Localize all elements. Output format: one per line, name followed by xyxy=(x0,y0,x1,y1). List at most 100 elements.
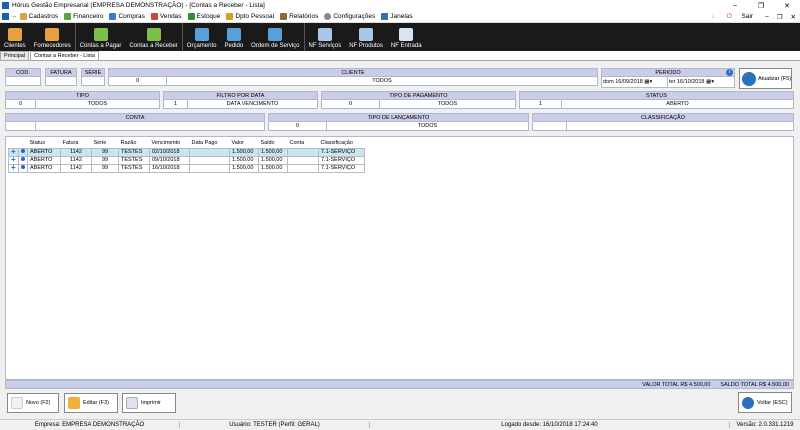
cell-vencimento: 02/10/2018 xyxy=(149,147,190,157)
editar-button[interactable]: Editar (F3) xyxy=(64,393,118,413)
filter-tipo[interactable]: TIPO 0 TODOS xyxy=(5,91,160,109)
cadastros-icon xyxy=(19,13,27,20)
filter-serie-value[interactable] xyxy=(82,77,104,85)
toolbar-orcamento[interactable]: Orçamento xyxy=(183,23,221,51)
tab-contas-receber-lista[interactable]: Contas a Receber - Lista xyxy=(30,51,99,60)
plus-icon: + xyxy=(11,162,16,172)
col-razao[interactable]: Razão xyxy=(119,139,150,148)
download-icon[interactable]: ↓ xyxy=(711,13,714,20)
col-fatura[interactable]: Fatura xyxy=(61,139,92,148)
pedido-icon xyxy=(226,28,241,41)
col-data-pago[interactable]: Data Pago xyxy=(190,139,230,148)
compras-icon xyxy=(109,13,117,20)
menu-dpto-pessoal[interactable]: Dpto Pessoal xyxy=(226,13,274,20)
sair-button[interactable]: ⏻ Sair xyxy=(723,13,758,21)
filter-tipo-pagamento[interactable]: TIPO DE PAGAMENTO 0 TODOS xyxy=(321,91,516,109)
filter-classificacao[interactable]: CLASSIFICAÇÃO xyxy=(532,113,794,131)
cell-razao: TESTES xyxy=(118,155,150,165)
toolbar-nf-servicos[interactable]: NF Serviços xyxy=(305,23,346,51)
col-classificacao[interactable]: Classificação xyxy=(319,139,365,148)
toolbar-pedido[interactable]: Pedido xyxy=(220,23,247,51)
col-status[interactable]: Status xyxy=(28,139,61,148)
cell-conta xyxy=(287,147,319,157)
main-toolbar: Clientes Fornecedores Contas a Pagar Con… xyxy=(0,23,800,51)
close-button[interactable]: ✕ xyxy=(774,2,800,10)
filter-cod-value[interactable] xyxy=(6,77,40,85)
toolbar-ordem-servico[interactable]: Ordem de Serviço xyxy=(247,23,305,51)
filter-conta[interactable]: CONTA xyxy=(5,113,265,131)
col-valor[interactable]: Valor xyxy=(230,139,259,148)
toolbar-contas-receber[interactable]: Contas a Receber xyxy=(125,23,183,51)
nf-produtos-icon xyxy=(359,28,374,41)
cell-vencimento: 09/10/2018 xyxy=(149,155,190,165)
col-vencimento[interactable]: Vencimento xyxy=(150,139,190,148)
row-indicator xyxy=(18,163,28,173)
col-conta[interactable]: Conta xyxy=(288,139,319,148)
filter-cliente-label: CLIENTE xyxy=(109,69,597,77)
window-title: Hórus Gestão Empresarial (EMPRESA DEMONS… xyxy=(12,2,265,9)
filter-por-data[interactable]: FILTRO POR DATA 1 DATA VENCIMENTO xyxy=(163,91,318,109)
cell-saldo: 1.500,00 xyxy=(258,155,288,165)
table-row[interactable]: + ABERTO 1142 99 TESTES 09/10/2018 1.500… xyxy=(8,155,365,165)
menu-relatorios[interactable]: Relatórios xyxy=(280,13,318,20)
col-saldo[interactable]: Saldo xyxy=(259,139,288,148)
atualizar-button[interactable]: Atualizar (F5) xyxy=(739,68,792,89)
child-restore-button[interactable]: ❐ xyxy=(777,13,783,21)
child-close-button[interactable]: ✕ xyxy=(791,13,796,21)
menu-bar: ↔ Cadastros Financeiro Compras Vendas Es… xyxy=(0,11,800,23)
status-versao: Versão: 2.0.331.1219 xyxy=(736,422,794,428)
voltar-button[interactable]: Voltar (ESC) xyxy=(738,392,792,413)
filter-cliente-code[interactable]: 0 xyxy=(109,77,167,85)
menu-janelas[interactable]: Janelas xyxy=(381,13,413,20)
info-icon[interactable]: i xyxy=(726,69,733,76)
title-bar: Hórus Gestão Empresarial (EMPRESA DEMONS… xyxy=(0,0,800,11)
filter-serie[interactable]: SÉRIE xyxy=(81,68,105,86)
cell-vencimento: 16/10/2018 xyxy=(149,163,190,173)
child-minimize-button[interactable]: – xyxy=(765,13,769,20)
table-row[interactable]: + ABERTO 1142 99 TESTES 02/10/2018 1.500… xyxy=(8,147,365,157)
cell-classificacao: 7.1-SERVIÇO xyxy=(318,155,365,165)
expand-button[interactable]: + xyxy=(8,162,19,173)
toolbar-nf-entrada[interactable]: NF Entrada xyxy=(387,23,426,51)
minimize-button[interactable]: – xyxy=(722,2,748,9)
filter-fatura-value[interactable] xyxy=(46,77,76,85)
date-to-picker[interactable]: ter 16/10/2018 ▦▾ xyxy=(668,77,734,87)
cell-conta xyxy=(287,155,319,165)
cell-serie: 99 xyxy=(91,155,119,165)
filter-cod[interactable]: COD. xyxy=(5,68,41,86)
imprimir-button[interactable]: Imprimir xyxy=(122,393,176,413)
toolbar-contas-pagar[interactable]: Contas a Pagar xyxy=(76,23,126,51)
app-icon xyxy=(2,2,9,9)
saldo-total: SALDO TOTAL R$ 4.500,00 xyxy=(720,381,789,388)
table-row[interactable]: + ABERTO 1142 99 TESTES 16/10/2018 1.500… xyxy=(8,162,365,173)
money-icon xyxy=(93,28,108,41)
filter-tipo-lancamento-label: TIPO DE LANÇAMENTO xyxy=(269,114,528,122)
toolbar-fornecedores[interactable]: Fornecedores xyxy=(30,23,76,51)
filter-tipo-lancamento[interactable]: TIPO DE LANÇAMENTO 0 TODOS xyxy=(268,113,529,131)
filter-cliente-value[interactable]: TODOS xyxy=(167,77,597,85)
app-menu-icon[interactable] xyxy=(2,13,9,20)
estoque-icon xyxy=(187,13,195,20)
menu-financeiro[interactable]: Financeiro xyxy=(64,13,103,20)
filter-tipo-label: TIPO xyxy=(6,92,159,100)
menu-compras[interactable]: Compras xyxy=(109,13,145,20)
novo-button[interactable]: Novo (F2) xyxy=(7,393,59,413)
menu-vendas[interactable]: Vendas xyxy=(150,13,182,20)
col-serie[interactable]: Série xyxy=(92,139,119,148)
maximize-button[interactable]: ❐ xyxy=(748,2,774,10)
filter-fatura[interactable]: FATURA xyxy=(45,68,77,86)
results-grid[interactable]: Status Fatura Série Razão Vencimento Dat… xyxy=(5,136,794,380)
toolbar-clientes[interactable]: Clientes xyxy=(0,23,30,51)
date-from-picker[interactable]: dom 16/09/2018 ▦▾ xyxy=(602,77,668,87)
menu-right: ↓ ⏻ Sair – ❐ ✕ xyxy=(707,13,800,21)
calendar-icon: ▦▾ xyxy=(706,79,714,85)
filter-status[interactable]: STATUS 1 ABERTO xyxy=(519,91,794,109)
menu-cadastros[interactable]: Cadastros xyxy=(19,13,58,20)
menu-estoque[interactable]: Estoque xyxy=(187,13,220,20)
toolbar-nf-produtos[interactable]: NF Produtos xyxy=(345,23,387,51)
menu-configuracoes[interactable]: Configurações xyxy=(324,13,375,20)
tab-principal[interactable]: Principal xyxy=(0,51,30,60)
pencil-icon xyxy=(68,397,80,409)
cell-data-pago xyxy=(189,155,230,165)
filter-cliente[interactable]: CLIENTE 0 TODOS xyxy=(108,68,598,86)
